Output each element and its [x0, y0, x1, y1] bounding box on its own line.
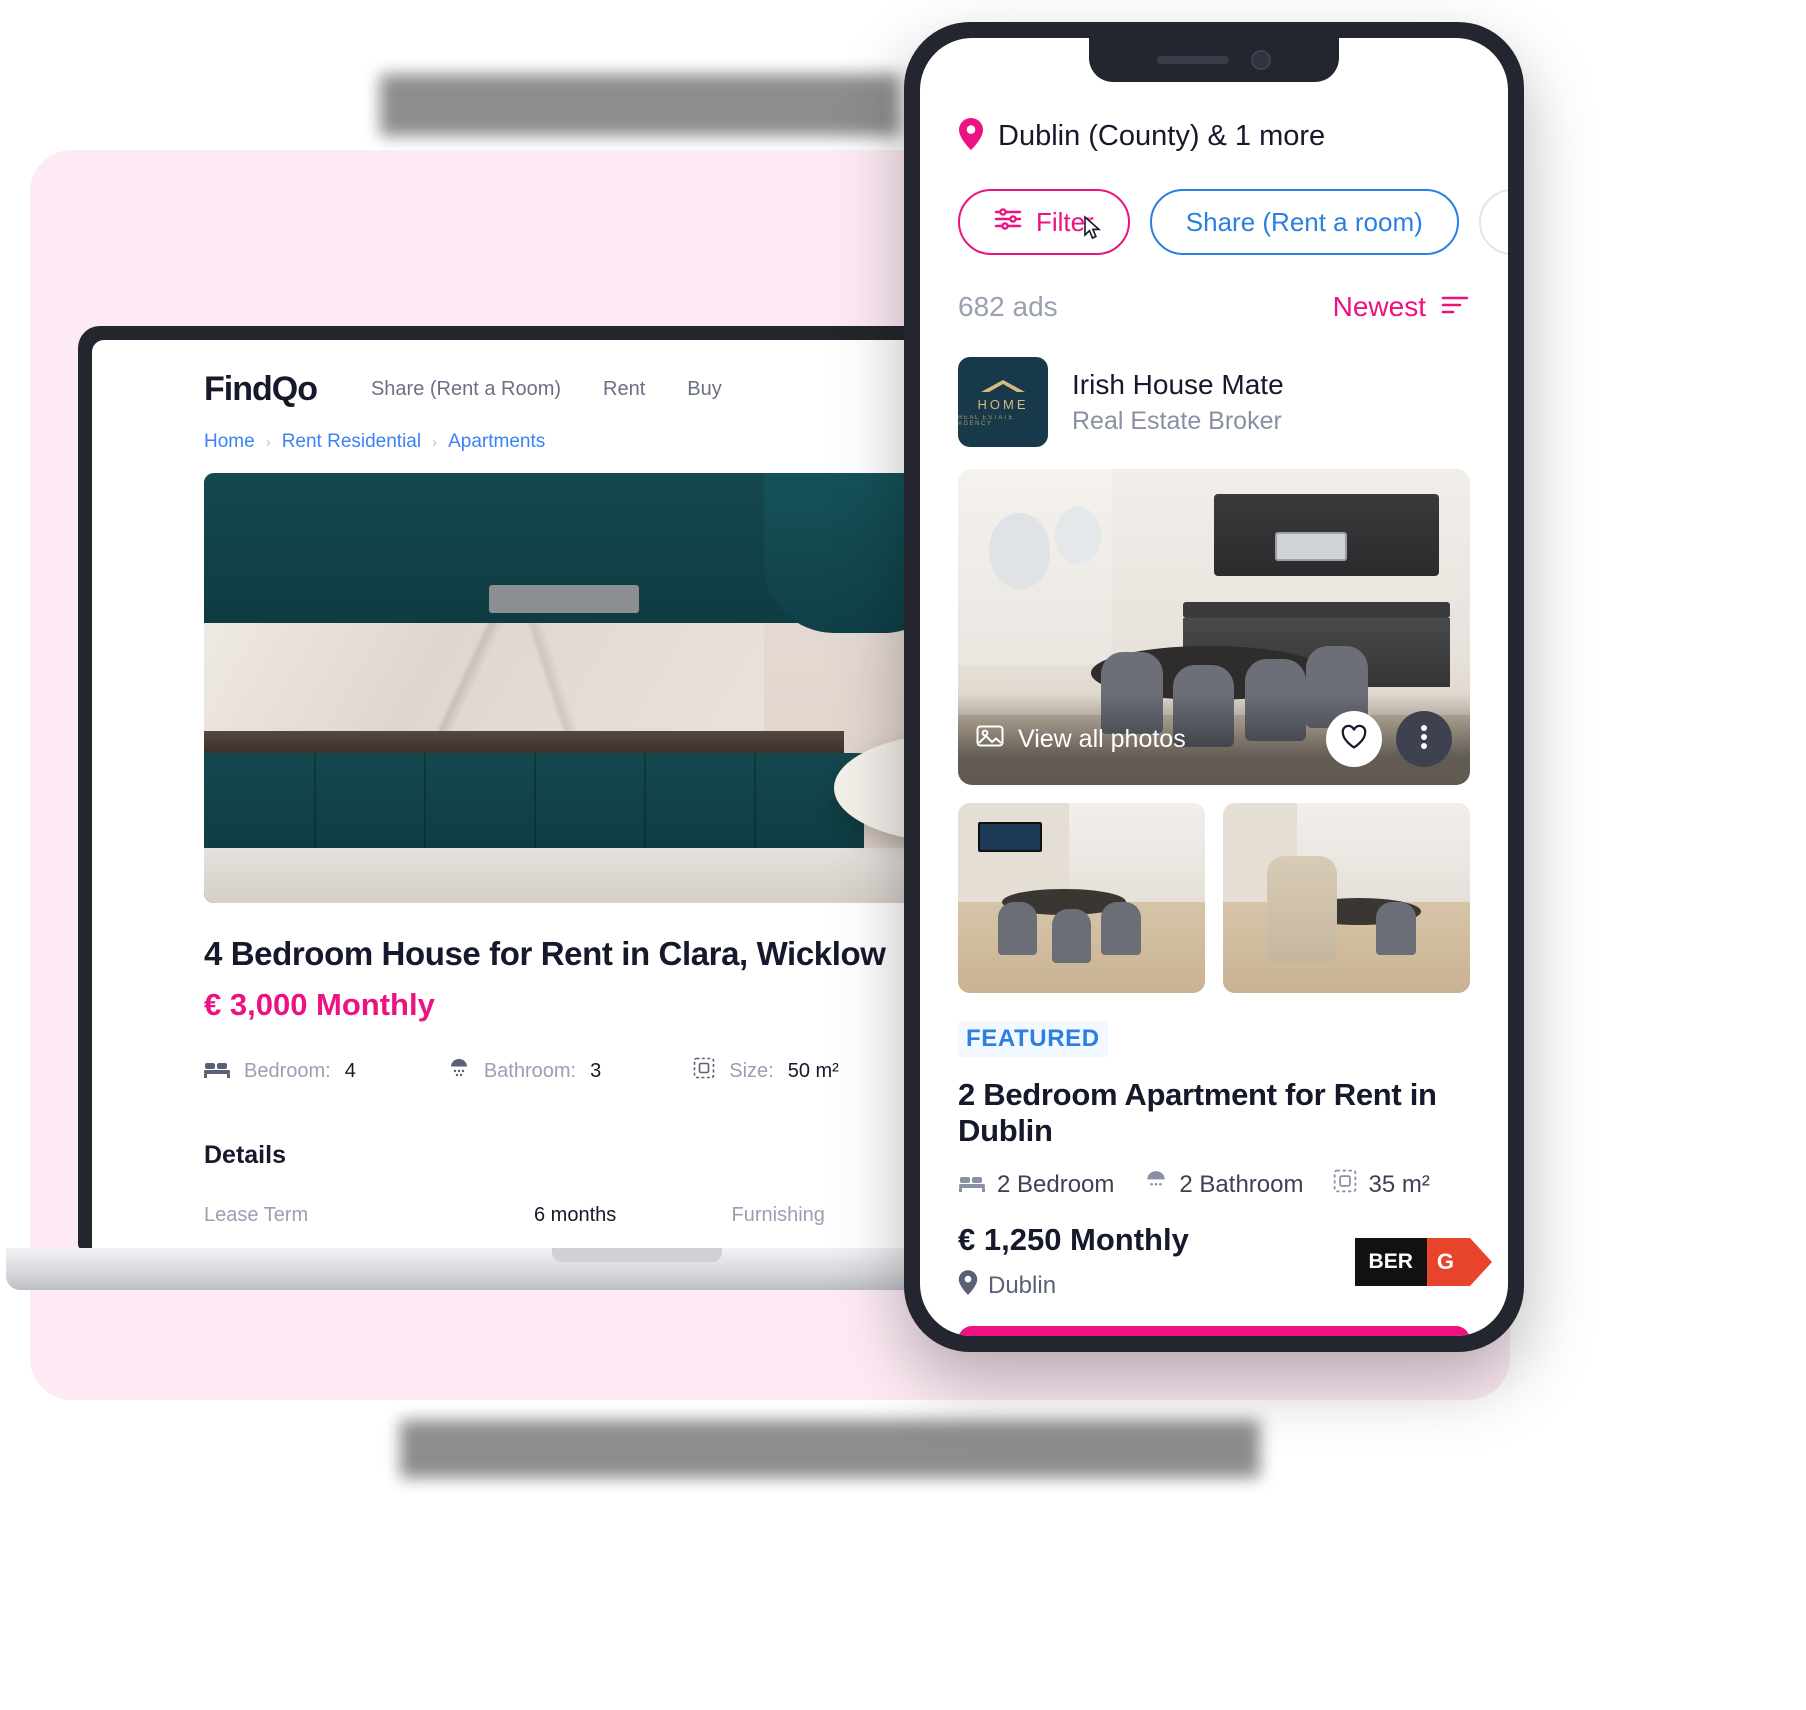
- gallery-overlay: View all photos: [958, 693, 1470, 785]
- phone-camera-icon: [1251, 50, 1271, 70]
- ad-spec-size: 35 m²: [1333, 1169, 1430, 1200]
- price-row: € 1,250 Monthly Dublin BER G: [958, 1222, 1493, 1302]
- bottom-smudge: [400, 1420, 1260, 1478]
- spec-bathroom-label: Bathroom:: [483, 1059, 577, 1082]
- nav-item-buy[interactable]: Buy: [687, 378, 721, 401]
- area-icon: [1333, 1169, 1357, 1200]
- location-header[interactable]: Dublin (County) & 1 more: [958, 118, 1470, 155]
- spec-size: Size: 50 m²: [693, 1057, 839, 1085]
- shower-icon: [448, 1057, 470, 1085]
- image-icon: [976, 724, 1004, 755]
- breadcrumb-item-home[interactable]: Home: [204, 431, 255, 453]
- gallery-thumbnail[interactable]: [1223, 803, 1470, 993]
- ad-specs: 2 Bedroom 2 Bathroom 35 m²: [958, 1169, 1470, 1200]
- top-smudge: [380, 74, 900, 136]
- breadcrumb-item-apartments[interactable]: Apartments: [448, 431, 545, 453]
- brand-logo[interactable]: FindQo: [204, 370, 318, 409]
- sort-label: Newest: [1332, 291, 1426, 322]
- ad-location-label: Dublin: [988, 1272, 1057, 1299]
- ber-badge: BER G: [1354, 1238, 1493, 1286]
- spec-bedroom: Bedroom: 4: [204, 1058, 356, 1084]
- phone-notch: [1089, 38, 1339, 82]
- phone-speaker: [1157, 56, 1229, 64]
- broker-logo-text: HOME: [977, 396, 1029, 412]
- listing-price: € 3,000 Monthly: [204, 987, 435, 1022]
- favorite-button[interactable]: [1326, 711, 1382, 767]
- ad-location: Dublin: [958, 1270, 1189, 1302]
- ber-label: BER: [1354, 1238, 1427, 1286]
- page-title: 4 Bedroom House for Rent in Clara, Wickl…: [204, 935, 886, 972]
- share-rent-a-room-button[interactable]: Share (Rent a room): [1149, 189, 1459, 255]
- featured-badge: FEATURED: [958, 1021, 1108, 1057]
- sort-icon: [1440, 293, 1470, 322]
- sort-button[interactable]: Newest: [1333, 291, 1470, 323]
- ad-price: € 1,250 Monthly: [958, 1222, 1189, 1257]
- location-label: Dublin (County) & 1 more: [998, 120, 1326, 152]
- spec-size-value: 50 m²: [787, 1059, 839, 1082]
- rent-residential-button[interactable]: Rent Re: [1478, 189, 1508, 255]
- phone-screen: Dublin (County) & 1 more Filter Share (R…: [920, 38, 1508, 1336]
- filter-pills: Filter Share (Rent a room) Rent Re: [958, 189, 1508, 255]
- ad-spec-size-label: 35 m²: [1368, 1170, 1430, 1198]
- spec-bathroom: Bathroom: 3: [448, 1057, 601, 1085]
- spec-size-label: Size:: [729, 1059, 774, 1082]
- nav-item-rent[interactable]: Rent: [603, 378, 645, 401]
- price-block: € 1,250 Monthly Dublin: [958, 1222, 1189, 1302]
- broker-logo: HOME REAL ESTATE AGENCY: [958, 357, 1048, 447]
- gallery-thumbnail[interactable]: [958, 803, 1205, 993]
- breadcrumb-separator-icon: ›: [265, 433, 271, 451]
- broker-name: Irish House Mate: [1072, 368, 1284, 400]
- broker-role: Real Estate Broker: [1072, 406, 1282, 435]
- send-enquiry-button[interactable]: Send enquiry: [958, 1326, 1470, 1336]
- laptop-trackpad-notch: [552, 1248, 722, 1262]
- main-nav: Share (Rent a Room) Rent Buy: [371, 378, 722, 401]
- area-icon: [693, 1057, 715, 1085]
- broker-card[interactable]: HOME REAL ESTATE AGENCY Irish House Mate…: [958, 357, 1470, 447]
- detail-label-lease-term: Lease Term: [204, 1204, 309, 1226]
- shower-icon: [1144, 1169, 1168, 1200]
- more-options-button[interactable]: [1396, 711, 1452, 767]
- ad-spec-bedroom: 2 Bedroom: [958, 1171, 1114, 1199]
- detail-value-lease-term: 6 months: [534, 1204, 617, 1226]
- spec-bathroom-value: 3: [590, 1059, 602, 1082]
- gallery-thumbnails: [958, 803, 1470, 993]
- breadcrumb-item-rent-residential[interactable]: Rent Residential: [282, 431, 421, 453]
- broker-text-block: Irish House Mate Real Estate Broker: [1072, 369, 1284, 436]
- mouse-cursor-icon: [1080, 215, 1106, 247]
- results-bar: 682 ads Newest: [958, 291, 1470, 323]
- ad-spec-bedroom-label: 2 Bedroom: [997, 1170, 1115, 1198]
- map-pin-icon: [958, 118, 984, 155]
- house-roof-icon: [981, 379, 1025, 392]
- bed-icon: [204, 1058, 230, 1084]
- findqo-app: Dublin (County) & 1 more Filter Share (R…: [920, 38, 1508, 1336]
- map-pin-icon: [958, 1270, 978, 1302]
- ad-spec-bathroom: 2 Bathroom: [1144, 1169, 1303, 1200]
- nav-item-share[interactable]: Share (Rent a Room): [371, 378, 561, 401]
- breadcrumb-separator-icon: ›: [432, 433, 438, 451]
- spec-bedroom-label: Bedroom:: [244, 1059, 331, 1082]
- phone-mockup: Dublin (County) & 1 more Filter Share (R…: [904, 22, 1524, 1352]
- photo-actions: [1326, 711, 1452, 767]
- broker-logo-subtext: REAL ESTATE AGENCY: [958, 414, 1015, 427]
- spec-bedroom-value: 4: [344, 1059, 356, 1082]
- ber-grade: G: [1426, 1238, 1493, 1286]
- view-all-photos-label: View all photos: [1018, 724, 1186, 753]
- ads-count: 682 ads: [958, 291, 1058, 322]
- heart-icon: [1340, 724, 1368, 755]
- ad-spec-bathroom-label: 2 Bathroom: [1179, 1170, 1304, 1198]
- dots-vertical-icon: [1420, 723, 1428, 756]
- listing-heading-block: 4 Bedroom House for Rent in Clara, Wickl…: [204, 935, 886, 1023]
- listing-gallery: View all photos: [958, 469, 1470, 993]
- filter-button[interactable]: Filter: [958, 189, 1130, 255]
- filter-icon: [994, 206, 1022, 239]
- bed-icon: [958, 1171, 986, 1199]
- ad-title[interactable]: 2 Bedroom Apartment for Rent in Dublin: [958, 1077, 1470, 1149]
- view-all-photos-button[interactable]: View all photos: [976, 724, 1186, 755]
- gallery-main-photo[interactable]: View all photos: [958, 469, 1470, 785]
